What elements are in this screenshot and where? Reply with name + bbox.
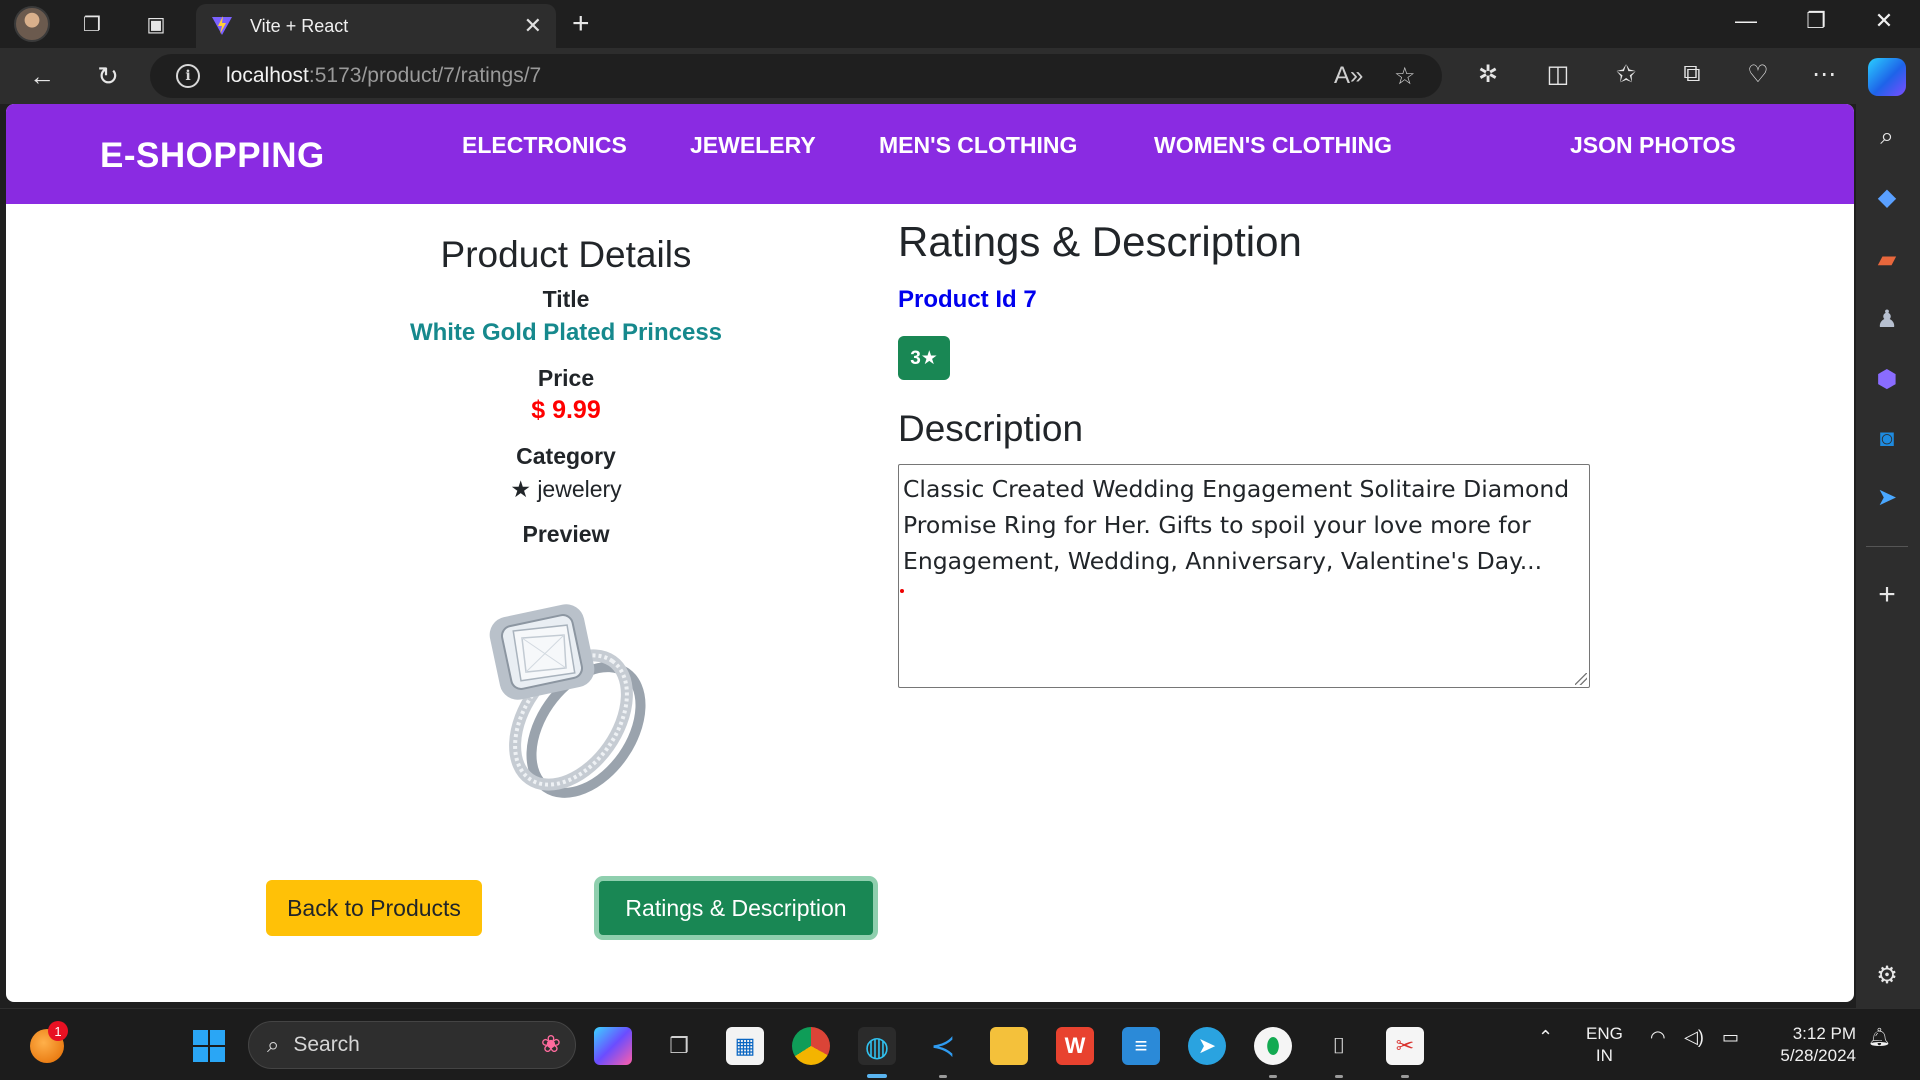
search-icon: ⌕ bbox=[267, 1032, 280, 1057]
favorite-star-icon[interactable]: ☆ bbox=[1394, 62, 1416, 91]
volume-icon[interactable]: ◁) bbox=[1684, 1027, 1704, 1048]
product-price: $ 9.99 bbox=[531, 396, 601, 424]
resize-handle-icon[interactable] bbox=[1575, 673, 1587, 685]
product-preview-image bbox=[489, 604, 646, 798]
copilot-preview-icon[interactable] bbox=[594, 1027, 632, 1065]
product-id-link[interactable]: Product Id 7 bbox=[898, 286, 1037, 314]
ratings-heading: Ratings & Description bbox=[898, 218, 1302, 265]
edge-active-indicator bbox=[867, 1074, 887, 1078]
product-details: Product Details Title White Gold Plated … bbox=[366, 234, 766, 548]
title-label: Title bbox=[542, 286, 590, 312]
terminal-icon[interactable]: ⌷ bbox=[1320, 1027, 1358, 1065]
description-heading: Description bbox=[898, 408, 1084, 449]
product-title: White Gold Plated Princess bbox=[409, 319, 723, 346]
sidebar-divider bbox=[1866, 546, 1908, 547]
browser-tab-bar: ❐ ▣ Vite + React ✕ + — ❐ ✕ bbox=[0, 0, 1920, 48]
terminal-running-indicator bbox=[1335, 1075, 1343, 1078]
ratings-section: Ratings & Description Product Id 7 3★ De… bbox=[898, 218, 1598, 688]
microsoft-store-icon[interactable]: ▦ bbox=[726, 1027, 764, 1065]
product-category: ★ jewelery bbox=[510, 476, 622, 502]
wps-office-icon[interactable]: W bbox=[1056, 1027, 1094, 1065]
preview-label: Preview bbox=[522, 521, 610, 547]
search-highlight-icon: ❀ bbox=[540, 1031, 561, 1058]
back-to-products-button[interactable]: Back to Products bbox=[266, 880, 482, 936]
add-sidebar-app-icon[interactable]: + bbox=[1868, 576, 1906, 614]
ratings-description-button[interactable]: Ratings & Description bbox=[594, 876, 878, 940]
microsoft-365-icon[interactable]: ⬢ bbox=[1868, 360, 1906, 398]
details-heading: Product Details bbox=[440, 234, 692, 275]
more-menu-icon[interactable]: ⋯ bbox=[1806, 60, 1842, 89]
file-explorer-icon[interactable] bbox=[990, 1027, 1028, 1065]
back-icon[interactable]: ← bbox=[24, 60, 60, 92]
workspaces-icon[interactable]: ❐ bbox=[74, 8, 110, 40]
edge-icon[interactable]: ◍ bbox=[858, 1027, 896, 1065]
nav-jewelery[interactable]: JEWELERY bbox=[690, 132, 816, 159]
show-hidden-icons-chevron-icon[interactable]: ⌃ bbox=[1538, 1027, 1553, 1048]
nav-electronics[interactable]: ELECTRONICS bbox=[462, 132, 627, 159]
task-view-icon[interactable]: ❒ bbox=[660, 1027, 698, 1065]
mongodb-running-indicator bbox=[1269, 1075, 1277, 1078]
browser-address-bar: ← ↻ i localhost:5173/product/7/ratings/7… bbox=[0, 48, 1920, 104]
extensions-icon[interactable]: ✲ bbox=[1470, 60, 1506, 89]
telegram-icon[interactable]: ➤ bbox=[1188, 1027, 1226, 1065]
battery-icon[interactable]: ▭ bbox=[1722, 1027, 1739, 1048]
text-caret bbox=[900, 589, 904, 593]
price-label: Price bbox=[537, 365, 595, 391]
taskbar-search-input[interactable]: ⌕ Search ❀ bbox=[248, 1021, 576, 1069]
tab-actions-icon[interactable]: ▣ bbox=[138, 8, 174, 40]
site-info-icon[interactable]: i bbox=[176, 64, 200, 88]
mongodb-compass-icon[interactable]: ⬮ bbox=[1254, 1027, 1292, 1065]
vscode-running-indicator bbox=[939, 1075, 947, 1078]
drop-send-icon[interactable]: ➤ bbox=[1868, 478, 1906, 516]
shopping-tag-icon[interactable]: ◆ bbox=[1868, 178, 1906, 216]
games-icon[interactable]: ♟ bbox=[1868, 300, 1906, 338]
outlook-icon[interactable]: ◙ bbox=[1868, 420, 1906, 458]
refresh-icon[interactable]: ↻ bbox=[90, 60, 126, 92]
brand-logo[interactable]: E-SHOPPING bbox=[100, 136, 325, 176]
web-page: E-SHOPPING ELECTRONICS JEWELERY MEN'S CL… bbox=[6, 104, 1854, 1002]
language-indicator[interactable]: ENG IN bbox=[1586, 1023, 1623, 1067]
start-icon[interactable] bbox=[190, 1027, 228, 1065]
browser-tab[interactable]: Vite + React ✕ bbox=[196, 4, 556, 48]
site-navbar: E-SHOPPING ELECTRONICS JEWELERY MEN'S CL… bbox=[6, 104, 1854, 204]
close-tab-icon[interactable]: ✕ bbox=[524, 13, 542, 39]
vite-icon bbox=[212, 16, 232, 35]
nav-womens-clothing[interactable]: WOMEN'S CLOTHING bbox=[1154, 132, 1392, 159]
wifi-icon[interactable]: ◠ bbox=[1650, 1027, 1666, 1048]
notepad-icon[interactable]: ≡ bbox=[1122, 1027, 1160, 1065]
nav-json-photos[interactable]: JSON PHOTOS bbox=[1570, 132, 1736, 159]
snipping-running-indicator bbox=[1401, 1075, 1409, 1078]
search-placeholder: Search bbox=[293, 1033, 360, 1056]
nav-mens-clothing[interactable]: MEN'S CLOTHING bbox=[879, 132, 1077, 159]
description-text: Classic Created Wedding Engagement Solit… bbox=[903, 475, 1570, 575]
description-textarea[interactable]: Classic Created Wedding Engagement Solit… bbox=[898, 464, 1590, 688]
vscode-icon[interactable]: ≺ bbox=[924, 1027, 962, 1065]
chrome-icon[interactable] bbox=[792, 1027, 830, 1065]
profile-avatar[interactable] bbox=[14, 6, 50, 42]
read-aloud-icon[interactable]: A» bbox=[1334, 62, 1363, 90]
notifications-bell-icon[interactable]: 🔔︎ bbox=[1868, 1027, 1891, 1048]
browser-essentials-icon[interactable]: ♡ bbox=[1740, 60, 1776, 89]
tab-title: Vite + React bbox=[250, 15, 349, 36]
notification-badge: 1 bbox=[48, 1021, 68, 1041]
category-label: Category bbox=[516, 443, 616, 469]
rating-badge: 3★ bbox=[898, 336, 950, 380]
snipping-tool-icon[interactable]: ✂ bbox=[1386, 1027, 1424, 1065]
taskbar-clock[interactable]: 3:12 PM 5/28/2024 bbox=[1770, 1023, 1856, 1067]
copilot-icon[interactable] bbox=[1868, 58, 1906, 96]
minimize-icon[interactable]: — bbox=[1724, 8, 1768, 34]
close-window-icon[interactable]: ✕ bbox=[1862, 8, 1906, 34]
windows-taskbar: 1 ⌕ Search ❀ ❒ ▦ ◍ ≺ W ≡ ➤ ⬮ ⌷ ✂ ⌃ ENG I… bbox=[0, 1008, 1920, 1080]
new-tab-icon[interactable]: + bbox=[572, 8, 590, 40]
split-screen-icon[interactable]: ◫ bbox=[1540, 60, 1576, 89]
sidebar-settings-icon[interactable]: ⚙ bbox=[1868, 956, 1906, 994]
url-input[interactable]: i localhost:5173/product/7/ratings/7 A» … bbox=[150, 54, 1442, 98]
sidebar-search-icon[interactable]: ⌕ bbox=[1868, 118, 1906, 156]
restore-icon[interactable]: ❐ bbox=[1794, 8, 1838, 34]
collections-icon[interactable]: ⧉ bbox=[1674, 60, 1710, 88]
tools-briefcase-icon[interactable]: ▰ bbox=[1868, 240, 1906, 278]
favorites-icon[interactable]: ✩ bbox=[1608, 60, 1644, 89]
url-text: localhost:5173/product/7/ratings/7 bbox=[226, 64, 542, 87]
